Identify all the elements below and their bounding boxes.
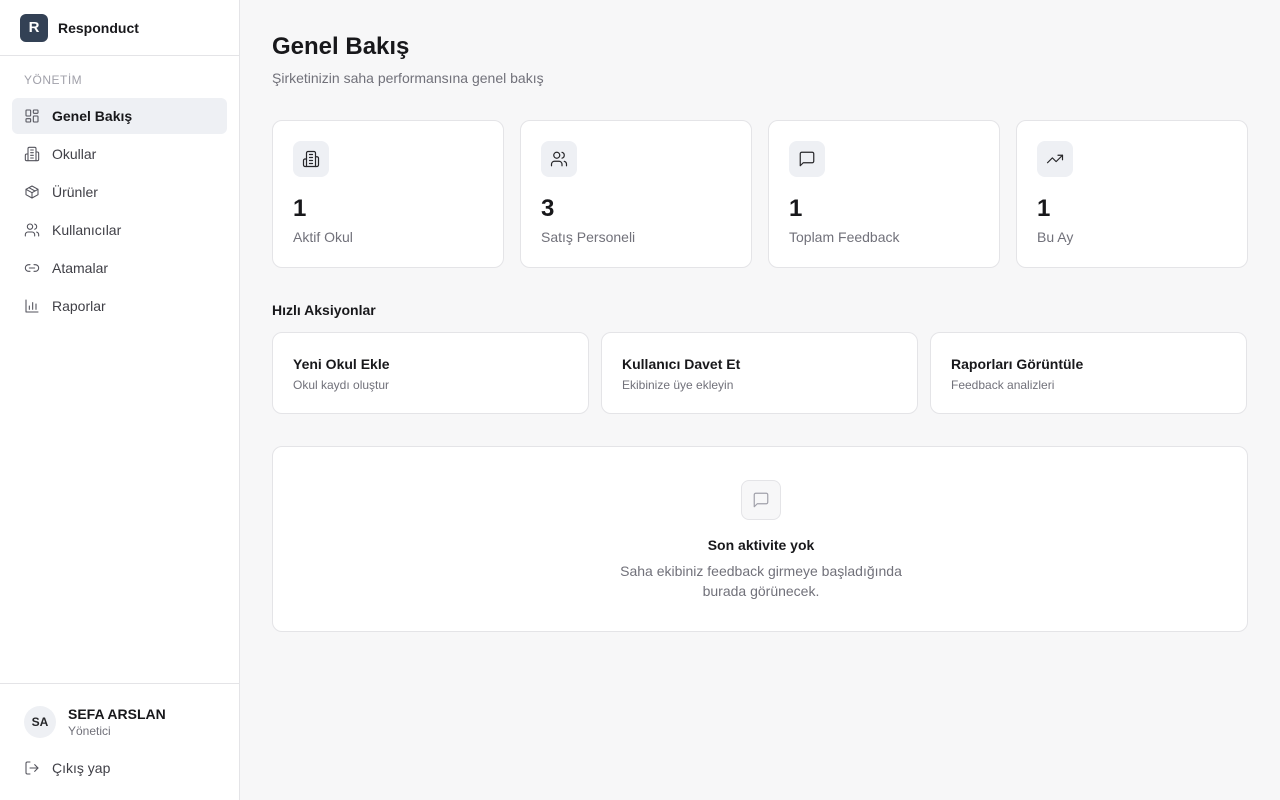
view-reports-button[interactable]: Raporları Görüntüle Feedback analizleri — [930, 332, 1247, 414]
stat-value: 1 — [1037, 195, 1051, 222]
sidebar-item-label: Okullar — [52, 146, 97, 162]
sidebar-item-label: Atamalar — [52, 260, 109, 276]
stat-label: Toplam Feedback — [789, 229, 900, 245]
empty-state-desc: Saha ekibiniz feedback girmeye başladığı… — [620, 563, 902, 599]
sidebar-item-label: Raporlar — [52, 298, 106, 314]
quick-actions-title: Hızlı Aksiyonlar — [272, 302, 376, 318]
sidebar-item-urunler[interactable]: Ürünler — [12, 174, 227, 210]
sidebar-item-raporlar[interactable]: Raporlar — [12, 288, 227, 324]
sidebar-section-label: YÖNETİM — [24, 73, 83, 87]
quick-actions: Yeni Okul Ekle Okul kaydı oluştur Kullan… — [272, 332, 1248, 414]
sidebar-nav: Genel Bakış Okullar Ürünler Kullanıcılar… — [12, 98, 227, 326]
invite-user-button[interactable]: Kullanıcı Davet Et Ekibinize üye ekleyin — [601, 332, 918, 414]
link-icon — [24, 260, 40, 276]
user-name: SEFA ARSLAN — [68, 706, 166, 722]
brand-logo: R — [20, 13, 48, 42]
action-title: Kullanıcı Davet Et — [622, 356, 741, 372]
empty-state-title: Son aktivite yok — [707, 537, 815, 553]
stat-label: Satış Personeli — [541, 229, 636, 245]
sidebar-item-label: Genel Bakış — [52, 108, 133, 124]
bar-chart-icon — [24, 298, 40, 314]
logout-icon — [24, 760, 52, 776]
sidebar-footer: SA SEFA ARSLAN Yönetici Çıkış yap — [0, 683, 239, 800]
logout-button[interactable]: Çıkış yap — [24, 760, 110, 776]
trending-up-icon — [1037, 141, 1073, 177]
brand[interactable]: R Responduct — [0, 0, 239, 56]
action-desc: Ekibinize üye ekleyin — [622, 378, 734, 392]
add-school-button[interactable]: Yeni Okul Ekle Okul kaydı oluştur — [272, 332, 589, 414]
stat-card-satis-personeli: 3 Satış Personeli — [520, 120, 752, 268]
building-icon — [24, 146, 40, 162]
recent-activity-panel: Son aktivite yok Saha ekibiniz feedback … — [272, 446, 1248, 632]
stats-row: 1 Aktif Okul 3 Satış Personeli 1 Toplam … — [272, 120, 1248, 268]
stat-value: 3 — [541, 195, 555, 222]
stat-card-aktif-okul: 1 Aktif Okul — [272, 120, 504, 268]
stat-value: 1 — [789, 195, 803, 222]
sidebar-item-label: Ürünler — [52, 184, 98, 200]
action-desc: Okul kaydı oluştur — [293, 378, 390, 392]
stat-value: 1 — [293, 195, 307, 222]
user-profile[interactable]: SA SEFA ARSLAN Yönetici — [24, 705, 166, 739]
stat-card-bu-ay: 1 Bu Ay — [1016, 120, 1248, 268]
dashboard-icon — [24, 108, 40, 124]
users-icon — [541, 141, 577, 177]
stat-label: Bu Ay — [1037, 229, 1074, 245]
brand-name: Responduct — [58, 19, 139, 36]
user-info: SEFA ARSLAN Yönetici — [68, 705, 166, 739]
sidebar-item-label: Kullanıcılar — [52, 222, 122, 238]
message-icon — [789, 141, 825, 177]
sidebar-item-kullanicilar[interactable]: Kullanıcılar — [12, 212, 227, 248]
package-icon — [24, 184, 40, 200]
message-icon — [741, 480, 781, 520]
sidebar-item-atamalar[interactable]: Atamalar — [12, 250, 227, 286]
sidebar: R Responduct YÖNETİM Genel Bakış Okullar… — [0, 0, 240, 800]
action-title: Yeni Okul Ekle — [293, 356, 390, 372]
page-title: Genel Bakış — [272, 33, 410, 60]
sidebar-item-genel-bakis[interactable]: Genel Bakış — [12, 98, 227, 134]
user-role: Yönetici — [68, 724, 111, 738]
building-icon — [293, 141, 329, 177]
page-subtitle: Şirketinizin saha performansına genel ba… — [272, 70, 544, 86]
action-title: Raporları Görüntüle — [951, 356, 1084, 372]
logout-label: Çıkış yap — [52, 760, 111, 776]
action-desc: Feedback analizleri — [951, 378, 1055, 392]
avatar: SA — [24, 706, 56, 738]
stat-label: Aktif Okul — [293, 229, 353, 245]
stat-card-toplam-feedback: 1 Toplam Feedback — [768, 120, 1000, 268]
users-icon — [24, 222, 40, 238]
sidebar-item-okullar[interactable]: Okullar — [12, 136, 227, 172]
